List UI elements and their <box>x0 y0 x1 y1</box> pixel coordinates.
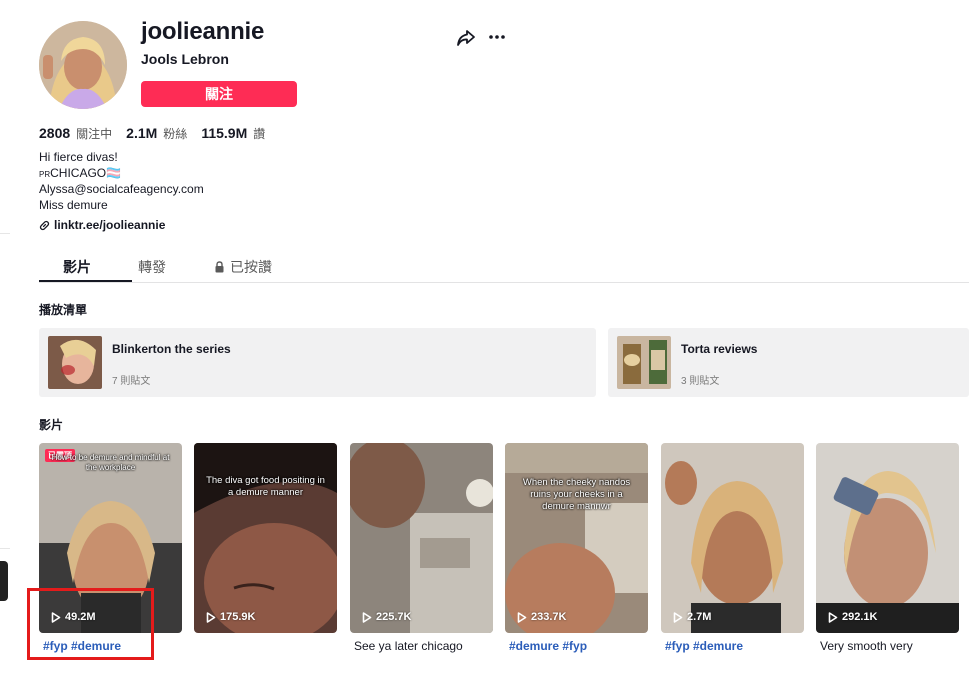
play-icon <box>828 611 838 623</box>
video-card[interactable]: 292.1K <box>816 443 959 633</box>
playlist-count: 3 則貼文 <box>681 376 720 387</box>
play-icon <box>206 611 216 623</box>
follow-button[interactable]: 關注 <box>141 81 297 107</box>
view-count: 225.7K <box>362 611 411 623</box>
tab-liked[interactable]: 已按讚 <box>214 257 272 277</box>
playlists-title: 播放清單 <box>39 303 88 317</box>
video-card[interactable]: When the cheeky nandos ruins your cheeks… <box>505 443 648 633</box>
bio-line: PRCHICAGO🏳️‍⚧️ <box>39 165 122 180</box>
playlist-thumbnail <box>617 336 671 389</box>
playlist-thumbnail <box>48 336 102 389</box>
video-card[interactable]: The diva got food positing in a demure m… <box>194 443 337 633</box>
video-card[interactable]: 2.7M <box>661 443 804 633</box>
active-tab-indicator <box>39 280 132 282</box>
play-icon <box>517 611 527 623</box>
followers-stat[interactable]: 2.1M 粉絲 <box>126 125 187 142</box>
avatar[interactable] <box>39 21 127 109</box>
profile-link-text: linktr.ee/joolieannie <box>54 218 166 232</box>
highlight-annotation <box>27 588 154 660</box>
bio: Hi fierce divas! PRCHICAGO🏳️‍⚧️ Alyssa@s… <box>39 150 204 213</box>
share-icon[interactable] <box>456 29 476 47</box>
video-card[interactable]: 225.7K <box>350 443 493 633</box>
playlist-count: 7 則貼文 <box>112 376 151 387</box>
playlist-card[interactable]: Torta reviews 3 則貼文 <box>608 328 969 397</box>
tab-videos[interactable]: 影片 <box>63 257 91 277</box>
side-panel-handle[interactable] <box>0 561 8 601</box>
video-caption: How to be demure and mindful at the work… <box>51 453 170 472</box>
profile-stats: 2808 關注中 2.1M 粉絲 115.9M 讚 <box>39 125 265 142</box>
tab-reposts[interactable]: 轉發 <box>138 257 166 277</box>
profile-tabs: 影片 轉發 已按讚 <box>39 250 969 283</box>
likes-stat: 115.9M 讚 <box>201 125 266 141</box>
view-count: 292.1K <box>828 611 877 623</box>
bio-line: Hi fierce divas! <box>39 150 118 164</box>
nickname: Jools Lebron <box>141 51 229 67</box>
profile-link[interactable]: linktr.ee/joolieannie <box>39 218 165 232</box>
link-icon <box>39 220 50 230</box>
more-icon[interactable] <box>488 30 506 46</box>
video-caption: The diva got food positing in a demure m… <box>206 475 325 498</box>
video-description[interactable]: #demure #fyp <box>509 639 587 653</box>
playlist-title: Torta reviews <box>681 342 758 356</box>
following-stat[interactable]: 2808 關注中 <box>39 125 112 142</box>
view-count: 2.7M <box>673 611 711 623</box>
username: joolieannie <box>141 18 265 45</box>
view-count: 233.7K <box>517 611 566 623</box>
video-caption: When the cheeky nandos ruins your cheeks… <box>522 477 631 512</box>
view-count: 175.9K <box>206 611 255 623</box>
playlist-title: Blinkerton the series <box>112 342 231 356</box>
edge-divider <box>0 548 10 549</box>
video-description[interactable]: Very smooth very <box>820 639 913 653</box>
play-icon <box>362 611 372 623</box>
play-icon <box>673 611 683 623</box>
video-description[interactable]: See ya later chicago <box>354 639 463 653</box>
edge-divider <box>0 233 10 234</box>
videos-title: 影片 <box>39 418 64 432</box>
bio-line: Alyssa@socialcafeagency.com <box>39 182 204 196</box>
video-description[interactable]: #fyp #demure <box>665 639 743 653</box>
playlist-card[interactable]: Blinkerton the series 7 則貼文 <box>39 328 596 397</box>
bio-line: Miss demure <box>39 197 108 212</box>
lock-icon <box>215 261 224 273</box>
